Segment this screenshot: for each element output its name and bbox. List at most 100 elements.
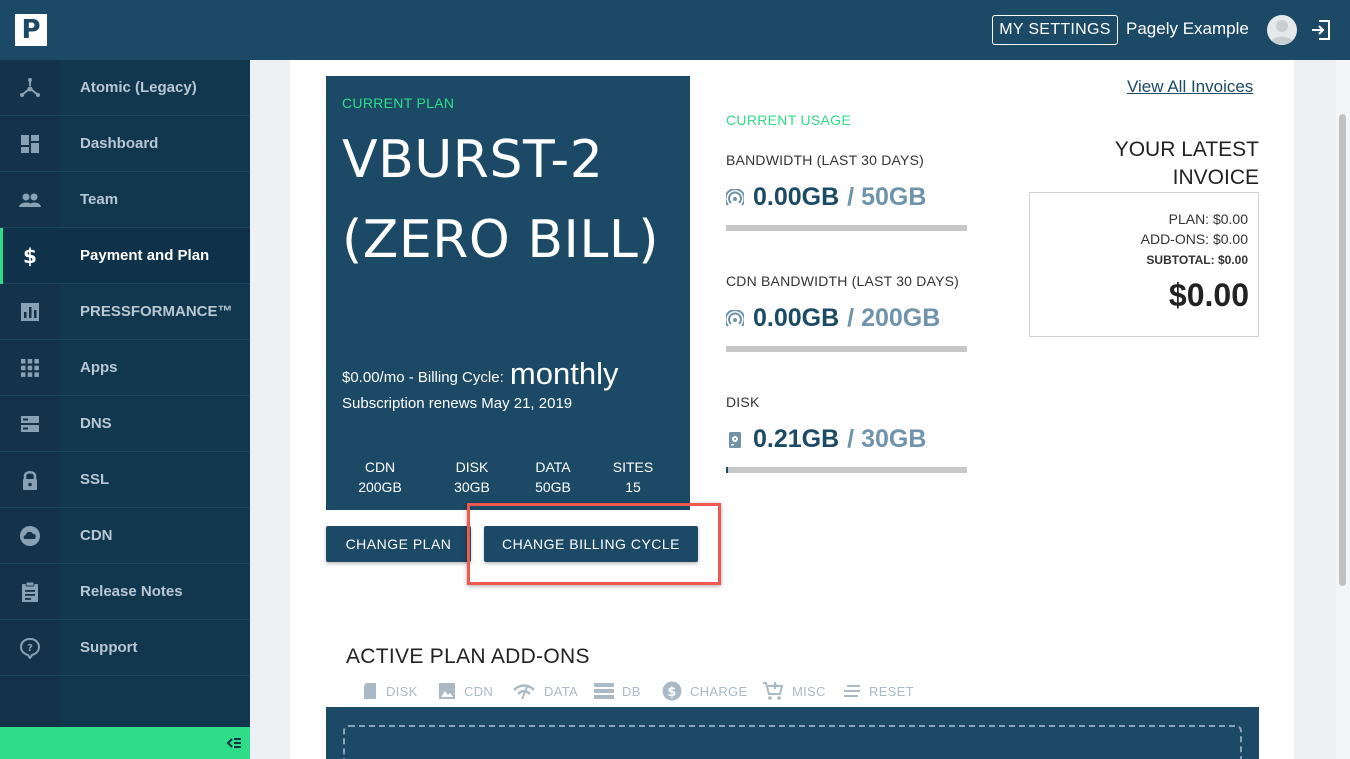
plan-stat-sites: SITES 15 <box>593 457 673 497</box>
sidebar-item-label: Apps <box>80 359 118 376</box>
database-icon <box>594 683 614 699</box>
sidebar-item-dashboard[interactable]: Dashboard <box>0 116 250 172</box>
logout-icon[interactable] <box>1310 18 1332 42</box>
add-to-cart-icon <box>763 682 784 700</box>
addons-drop-zone[interactable] <box>343 725 1242 759</box>
team-icon <box>19 193 41 207</box>
active-indicator <box>0 228 3 284</box>
change-plan-button[interactable]: CHANGE PLAN <box>326 526 471 562</box>
sidebar-item-label: Atomic (Legacy) <box>80 79 197 96</box>
cdn-bandwidth-value: 0.00GB / 200GB <box>726 304 940 333</box>
collapse-sidebar-icon <box>226 738 241 748</box>
sidebar-item-team[interactable]: Team <box>0 172 250 228</box>
logo-letter: P <box>21 15 41 45</box>
sd-card-icon <box>364 683 376 699</box>
addon-tab-charge[interactable]: $ CHARGE <box>662 681 747 701</box>
top-bar: P MY SETTINGS Pagely Example <box>0 0 1350 60</box>
plan-stat-label: DATA <box>535 459 571 475</box>
bandwidth-label: BANDWIDTH (LAST 30 DAYS) <box>726 152 924 168</box>
addon-tab-db[interactable]: DB <box>594 681 641 701</box>
wifi-icon <box>513 684 535 700</box>
atomic-icon <box>20 78 40 97</box>
invoice-subtotal: SUBTOTAL: $0.00 <box>1146 253 1248 267</box>
addon-tab-label: RESET <box>869 683 914 699</box>
plan-stat-value: 30GB <box>454 479 490 495</box>
sidebar-item-label: DNS <box>80 415 112 432</box>
avatar[interactable] <box>1267 15 1297 45</box>
sidebar-item-label: Release Notes <box>80 583 183 600</box>
my-settings-button[interactable]: MY SETTINGS <box>992 15 1118 45</box>
addon-tab-label: DATA <box>544 683 578 699</box>
addon-tab-reset[interactable]: RESET <box>843 681 914 701</box>
invoice-total: $0.00 <box>1168 277 1249 313</box>
plan-stat-label: CDN <box>364 459 396 475</box>
subscription-renewal: Subscription renews May 21, 2019 <box>342 395 573 412</box>
sidebar-item-label: Dashboard <box>80 135 159 152</box>
plan-stat-label: SITES <box>612 459 654 475</box>
apps-grid-icon <box>21 359 39 377</box>
sidebar-collapse-bar[interactable] <box>0 727 250 759</box>
sidebar-item-label: Team <box>80 191 119 208</box>
addon-tab-disk[interactable]: DISK <box>362 681 418 701</box>
addon-tab-cdn[interactable]: CDN <box>438 681 493 701</box>
svg-text:$: $ <box>667 685 676 700</box>
invoice-summary: PLAN: $0.00 ADD-ONS: $0.00 SUBTOTAL: $0.… <box>1029 192 1259 337</box>
addon-tab-label: CDN <box>464 683 494 699</box>
view-all-invoices-link[interactable]: View All Invoices <box>1127 77 1253 97</box>
image-icon <box>439 683 455 699</box>
dollar-icon: $ <box>23 245 37 267</box>
signal-icon <box>726 309 744 327</box>
sidebar-item-pressformance[interactable]: PRESSFORMANCE™ <box>0 284 250 340</box>
addon-tab-label: DB <box>622 683 641 699</box>
sidebar-item-payment-and-plan[interactable]: $ Payment and Plan <box>0 228 250 284</box>
sidebar-item-release-notes[interactable]: Release Notes <box>0 564 250 620</box>
addon-tab-label: MISC <box>792 683 826 699</box>
invoice-plan: PLAN: $0.00 <box>1168 211 1248 227</box>
clipboard-icon <box>22 581 38 602</box>
sidebar-item-apps[interactable]: Apps <box>0 340 250 396</box>
chart-icon <box>21 303 39 321</box>
highlight-box <box>467 503 721 585</box>
plan-stat-disk: DISK 30GB <box>432 457 512 497</box>
sidebar-item-cdn[interactable]: CDN <box>0 508 250 564</box>
pagely-logo[interactable]: P <box>15 14 47 46</box>
plan-price: $0.00/mo - Billing Cycle: monthly <box>342 356 618 392</box>
sidebar-item-support[interactable]: ? Support <box>0 620 250 676</box>
addon-tab-misc[interactable]: MISC <box>762 681 826 701</box>
cdn-bandwidth-used: 0.00GB <box>753 304 840 332</box>
current-plan-card: CURRENT PLAN VBURST-2 (ZERO BILL) $0.00/… <box>326 76 690 510</box>
bandwidth-progress-bar <box>726 225 967 231</box>
addon-tab-label: DISK <box>386 683 418 699</box>
disk-progress-fill <box>726 467 728 473</box>
sidebar-item-ssl[interactable]: SSL <box>0 452 250 508</box>
plan-stat-cdn: CDN 200GB <box>340 457 420 497</box>
disk-limit: / 30GB <box>847 425 927 453</box>
active-plan-addons-title: ACTIVE PLAN ADD-ONS <box>346 645 590 668</box>
disk-progress-bar <box>726 467 967 473</box>
plan-stat-value: 200GB <box>358 479 402 495</box>
current-usage-label: CURRENT USAGE <box>726 112 851 128</box>
plan-stat-label: DISK <box>455 459 489 475</box>
svg-text:$: $ <box>23 245 37 267</box>
plan-stat-value: 15 <box>625 479 641 495</box>
hard-disk-icon <box>729 431 741 448</box>
sidebar-item-atomic-legacy[interactable]: Atomic (Legacy) <box>0 60 250 116</box>
addons-drop-panel <box>326 707 1259 759</box>
plan-name: VBURST-2 (ZERO BILL) <box>342 130 660 270</box>
current-plan-label: CURRENT PLAN <box>342 95 455 111</box>
plan-stat-data: DATA 50GB <box>513 457 593 497</box>
sidebar: Atomic (Legacy) Dashboard Team $ Payment… <box>0 60 250 759</box>
dashboard-icon <box>21 135 39 153</box>
scrollbar-thumb[interactable] <box>1339 114 1346 586</box>
dns-icon <box>21 416 39 432</box>
help-icon: ? <box>19 637 41 659</box>
bandwidth-value: 0.00GB / 50GB <box>726 183 926 212</box>
sidebar-item-dns[interactable]: DNS <box>0 396 250 452</box>
username[interactable]: Pagely Example <box>1126 19 1249 39</box>
addon-tab-data[interactable]: DATA <box>512 681 578 701</box>
cdn-bandwidth-label: CDN BANDWIDTH (LAST 30 DAYS) <box>726 273 960 289</box>
plan-stat-value: 50GB <box>535 479 571 495</box>
invoice-addons: ADD-ONS: $0.00 <box>1140 231 1248 247</box>
reset-lines-icon <box>844 685 860 697</box>
sidebar-item-label: SSL <box>80 471 110 488</box>
